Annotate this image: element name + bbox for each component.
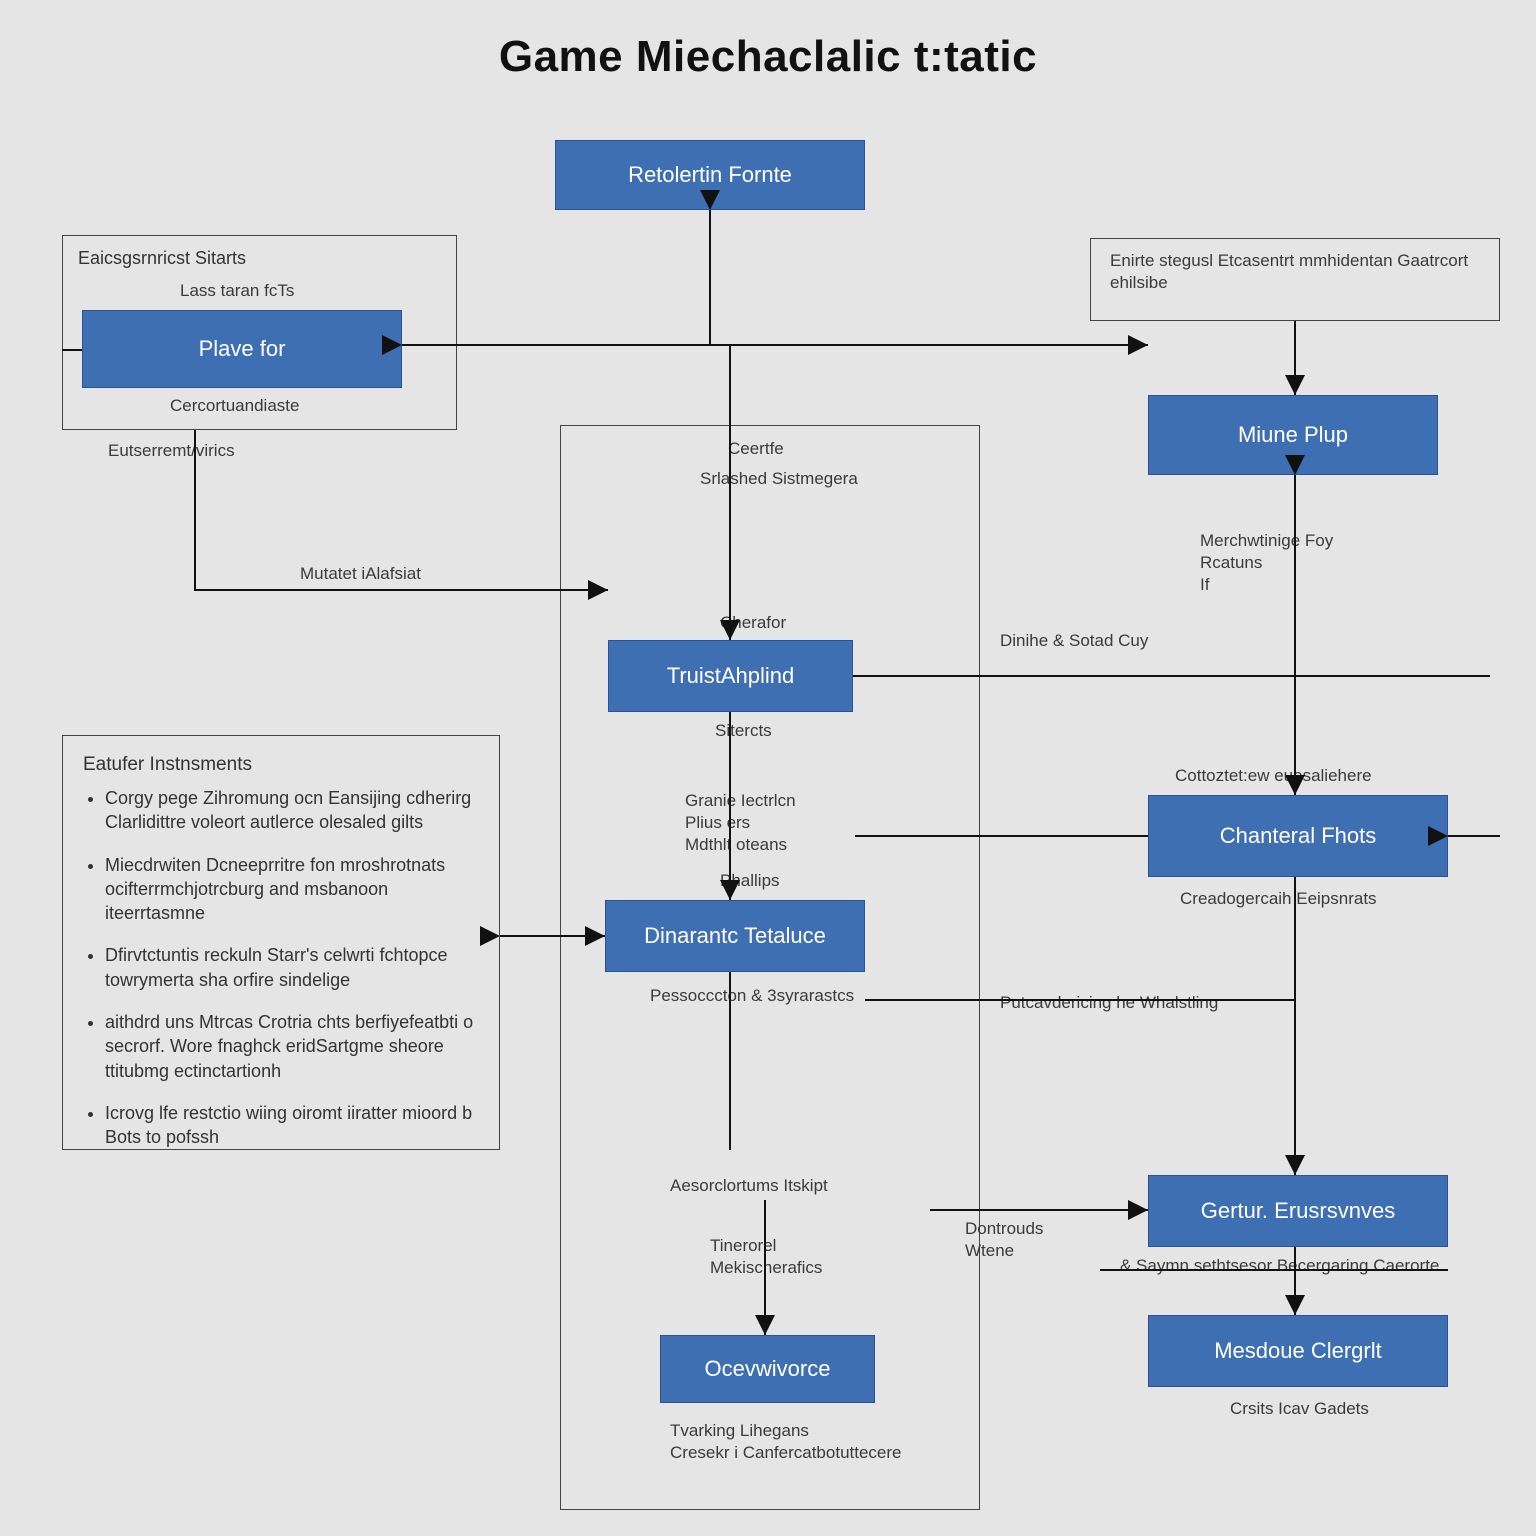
lbl-tvarking: Tvarking Lihegans Cresekr i Canfercatbot…: [670, 1420, 902, 1464]
notes-item: aithdrd uns Mtrcas Crotria chts berfiyef…: [105, 1010, 479, 1083]
lbl-sagmn: & Saymn sethtsesor Becergaring Caerorte: [1120, 1255, 1439, 1277]
lbl-srlashed: Srlashed Sistmegera: [700, 468, 858, 490]
lbl-tinerorel: Tinerorel Mekischerafics: [710, 1235, 822, 1279]
notes-item: Miecdrwiten Dcneeprritre fon mroshrotnat…: [105, 853, 479, 926]
stats-under1: Cercortuandiaste: [170, 395, 299, 417]
right-top-desc: Enirte stegusl Etcasentrt mmhidentan Gaa…: [1110, 250, 1480, 294]
block-player: Plave for: [82, 310, 402, 388]
lbl-cherafor: Cherafor: [720, 612, 786, 634]
lbl-aesorclortums: Aesorclortums Itskipt: [670, 1175, 828, 1197]
lbl-pessocccton: Pessocccton & 3syrarastcs: [650, 985, 854, 1007]
notes-title: Eatufer Instnsments: [83, 754, 479, 776]
notes-list: Corgy pege Zihromung ocn Eansijing cdher…: [83, 786, 479, 1150]
lbl-phallips: Phallips: [720, 870, 780, 892]
lbl-putcavericing: Putcavdericing he Whalstling: [1000, 992, 1218, 1014]
lbl-mutatet: Mutatet iAlafsiat: [300, 563, 421, 585]
lbl-creadoger: Creadogercaih Eeipsnrats: [1180, 888, 1377, 910]
block-gertur: Gertur. Erusrsvnves: [1148, 1175, 1448, 1247]
block-chantral: Chanteral Fhots: [1148, 795, 1448, 877]
block-dinamic: Dinarantc Tetaluce: [605, 900, 865, 972]
stats-under2: Eutserremt/virics: [108, 440, 235, 462]
notes-item: Icrovg lfe restctio wiing oiromt iiratte…: [105, 1101, 479, 1150]
lbl-dontrouds: Dontrouds Wtene: [965, 1218, 1043, 1262]
lbl-sitercts: Sitercts: [715, 720, 772, 742]
block-miune: Miune Plup: [1148, 395, 1438, 475]
lbl-crsits: Crsits Icav Gadets: [1230, 1398, 1369, 1420]
block-mesdoue: Mesdoue Clergrlt: [1148, 1315, 1448, 1387]
block-truist: TruistAhplind: [608, 640, 853, 712]
lbl-cottoztor: Cottoztet:ew euesaliehere: [1175, 765, 1372, 787]
block-top: Retolertin Fornte: [555, 140, 865, 210]
stats-container-title: Eaicsgsrnricst Sitarts: [78, 248, 246, 269]
lbl-granielection: Granie Iectrlcn Plius ers Mdthlt oteans: [685, 790, 796, 856]
lbl-merchwtinige: Merchwtinige Foy Rcatuns If: [1200, 530, 1333, 596]
notes-box: Eatufer Instnsments Corgy pege Zihromung…: [62, 735, 500, 1150]
notes-item: Corgy pege Zihromung ocn Eansijing cdher…: [105, 786, 479, 835]
lbl-ceerte: Ceertfe: [728, 438, 784, 460]
notes-item: Dfirvtctuntis reckuln Starr's celwrti fc…: [105, 943, 479, 992]
block-ocvw: Ocevwivorce: [660, 1335, 875, 1403]
lbl-dinihe: Dinihe & Sotad Cuy: [1000, 630, 1148, 652]
diagram-title: Game Miechaclalic t:tatic: [0, 32, 1536, 82]
stats-sub-label: Lass taran fcTs: [180, 280, 294, 302]
